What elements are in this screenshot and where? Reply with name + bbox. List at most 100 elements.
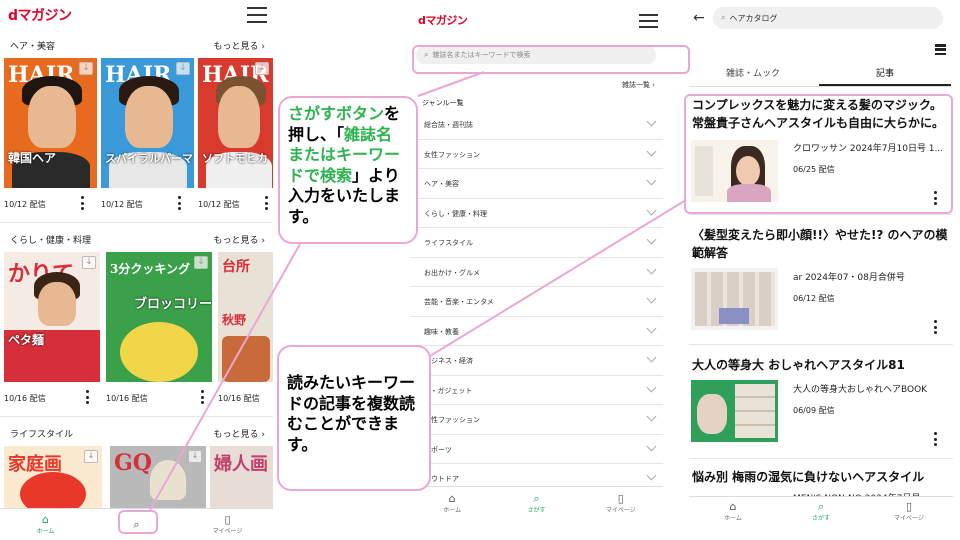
article-thumbnail[interactable] [691,268,778,330]
download-icon[interactable]: ↓ [84,450,98,463]
article-title[interactable]: 大人の等身大 おしゃれヘアスタイル81 [692,356,950,374]
genre-row[interactable]: ビジネス・経済 [410,346,663,376]
delivery-date: 10/16 配信 [218,394,260,403]
see-more-link[interactable]: もっと見る › [214,233,265,246]
genre-row[interactable]: 芸能・音楽・エンタメ [410,287,663,317]
more-options-icon[interactable] [934,432,938,446]
magazine-cover[interactable]: GQ ↓ [110,446,206,516]
chevron-down-icon [646,264,657,274]
bottom-navigation: ⌂ ホーム ⌕ さがす ▯ マイページ [689,496,953,526]
genre-label: お出かけ・グルメ [424,268,480,277]
article-source: ar 2024年07・08月合併号 [793,273,905,283]
back-arrow-icon[interactable]: ← [693,10,705,26]
search-icon: ⌕ [721,13,726,22]
cover-masthead: 婦人画 [214,454,268,475]
search-icon: ⌕ [817,500,825,513]
genre-row[interactable]: 女性ファッション [410,140,663,169]
book-icon: ▯ [224,513,231,526]
magazine-cover[interactable]: 台所 秋野 [218,252,273,382]
magazine-cover[interactable]: 3分クッキング ブロッコリー ↓ [106,252,212,382]
more-options-icon[interactable] [81,196,85,210]
search-query: ヘアカタログ [729,13,778,23]
chevron-down-icon [646,205,657,215]
search-results-screen: ← ⌕ ヘアカタログ 雑誌・ムック 記事 コンプレックスを魅力に変える髪のマジッ… [683,0,960,540]
magazine-cover[interactable]: 家庭画 ↓ [4,446,102,516]
magazine-cover[interactable]: 婦人画 [210,446,273,516]
genre-row[interactable]: 男性ファッション [410,405,663,435]
genre-row[interactable]: スポーツ [410,435,663,464]
nav-home[interactable]: ⌂ ホーム [689,497,777,526]
magazine-cover[interactable]: かりて ペタ麺 ↓ [4,252,100,382]
genre-label: ライフスタイル [424,239,473,247]
see-more-link[interactable]: もっと見る › [214,427,265,440]
search-icon: ⌕ [533,492,540,505]
article-title[interactable]: 〈髪型変えたら即小顔!!〉やせた!? のヘアの模範解答 [692,226,950,262]
magazine-cover[interactable]: HAIR ソフトモヒカ ↓ [198,58,273,188]
nav-home[interactable]: ⌂ ホーム [410,487,494,520]
nav-mypage[interactable]: ▯ マイページ [865,497,953,526]
genre-label: IT・ガジェット [424,386,473,395]
chevron-down-icon [646,234,657,245]
genre-label: ヘア・美容 [424,180,459,188]
nav-search[interactable]: ⌕ さがす [777,497,865,526]
download-icon[interactable]: ↓ [79,62,93,75]
genre-row[interactable]: IT・ガジェット [410,376,663,405]
genre-label: くらし・健康・料理 [424,209,487,218]
app-logo[interactable]: dマガジン [8,5,72,25]
nav-search[interactable]: ⌕ さがす [494,487,578,520]
book-icon: ▯ [617,492,624,505]
article-thumbnail[interactable] [691,380,778,442]
callout-search-instructions: さがすボタンを押し、「雑誌名またはキーワードで検索」より入力をいたします。 [278,96,418,244]
chevron-down-icon [646,470,657,481]
chevron-down-icon [646,352,657,363]
article-highlight [684,94,953,214]
tab-articles[interactable]: 記事 [819,66,951,86]
search-screen: dマガジン ⌕ 雑誌名またはキーワードで検索 雑誌一覧 › ジャンル一覧 総合誌… [410,0,663,520]
genre-label: 趣味・教養 [424,327,459,336]
genre-row[interactable]: ヘア・美容 [410,169,663,199]
home-screen: dマガジン ヘア・美容 もっと見る › HAIR 韓国ヘア ↓ HAIR スパイ… [0,0,273,540]
genre-row[interactable]: 趣味・教養 [410,317,663,346]
see-more-link[interactable]: もっと見る › [214,39,265,52]
cover-headline: 韓国ヘア [8,151,57,165]
home-icon: ⌂ [729,500,737,513]
magazine-cover[interactable]: HAIR 韓国ヘア ↓ [4,58,97,188]
hamburger-menu-icon[interactable] [247,7,267,23]
delivery-date: 06/09 配信 [793,406,835,415]
genre-row[interactable]: お出かけ・グルメ [410,258,663,287]
cover-headline: ブロッコリー [134,297,212,312]
more-options-icon[interactable] [178,196,182,210]
download-icon[interactable]: ↓ [82,256,96,269]
download-icon[interactable]: ↓ [255,62,269,75]
chevron-down-icon [646,441,657,451]
home-icon: ⌂ [42,513,49,526]
genre-row[interactable]: 総合誌・週刊誌 [410,110,663,140]
tab-magazines[interactable]: 雑誌・ムック [687,66,819,86]
callout-read-articles: 読みたいキーワードの記事を複数読むことができます。 [277,345,431,491]
hamburger-menu-icon[interactable] [639,14,658,28]
home-icon: ⌂ [448,492,456,505]
article-title[interactable]: 悩み別 梅雨の湿気に負けないヘアスタイル [692,468,950,486]
magazine-cover[interactable]: HAIR スパイラルパーマ ↓ [101,58,194,188]
delivery-date: 10/12 配信 [101,200,143,209]
list-view-icon[interactable] [935,44,946,55]
app-logo[interactable]: dマガジン [418,12,468,28]
magazine-list-link[interactable]: 雑誌一覧 › [622,80,655,90]
nav-home[interactable]: ⌂ ホーム [0,509,91,540]
genre-row[interactable]: ライフスタイル [410,228,663,258]
genre-label: 女性ファッション [424,150,480,159]
nav-mypage[interactable]: ▯ マイページ [579,487,663,520]
cover-headline: スパイラルパーマ [105,152,193,165]
more-options-icon[interactable] [265,196,269,210]
search-input[interactable]: ⌕ ヘアカタログ [713,7,943,29]
section-title: ヘア・美容 [10,42,56,52]
download-icon[interactable]: ↓ [188,450,202,463]
more-options-icon[interactable] [86,390,90,404]
more-options-icon[interactable] [201,390,205,404]
nav-mypage[interactable]: ▯ マイページ [182,509,273,540]
genre-row[interactable]: くらし・健康・料理 [410,199,663,228]
more-options-icon[interactable] [934,320,938,334]
download-icon[interactable]: ↓ [176,62,190,75]
cover-masthead: 3分クッキング [110,262,190,276]
download-icon[interactable]: ↓ [194,256,208,269]
